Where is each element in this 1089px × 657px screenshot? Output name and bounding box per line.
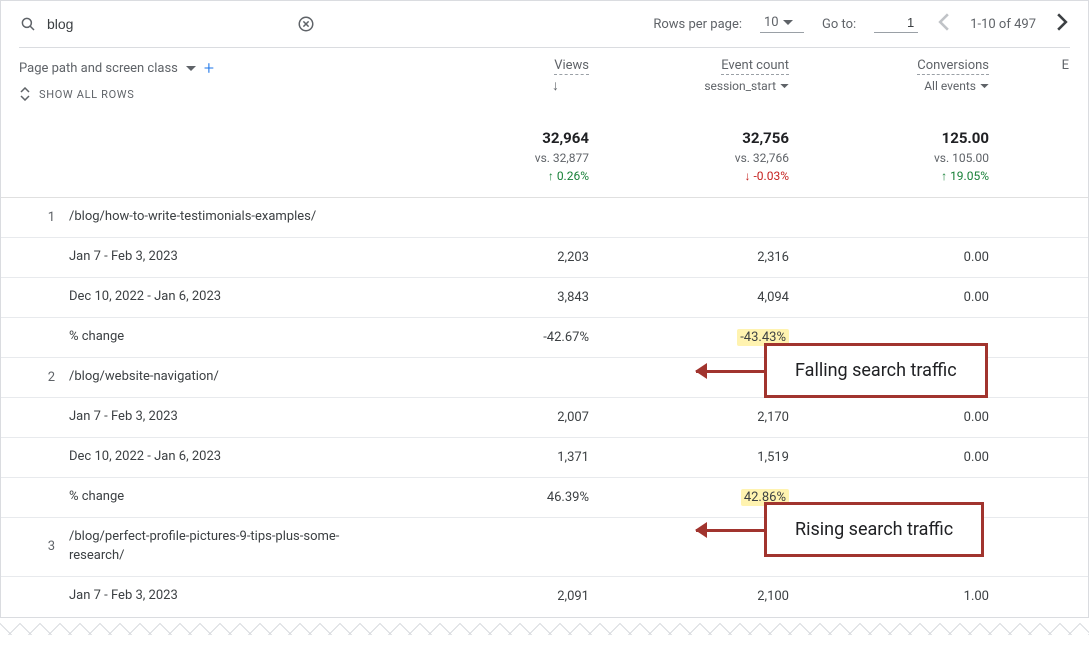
- chevron-right-icon: [1056, 13, 1068, 31]
- show-all-rows-label: SHOW ALL ROWS: [39, 88, 134, 101]
- metric-header-conversions[interactable]: Conversions All events: [789, 58, 989, 94]
- page-path: /blog/how-to-write-testimonials-examples…: [69, 208, 409, 227]
- clear-search-icon[interactable]: [297, 15, 315, 33]
- top-toolbar: Rows per page: 10 Go to: 1-10 of 497: [1, 1, 1088, 47]
- period-label: Jan 7 - Feb 3, 2023: [69, 587, 409, 606]
- rows-per-page-value: 10: [764, 15, 779, 30]
- table-row[interactable]: 3 /blog/perfect-profile-pictures-9-tips-…: [1, 518, 1088, 577]
- cell-views-change: -42.67%: [409, 330, 589, 345]
- summary-conversions-delta: ↑ 19.05%: [789, 169, 989, 183]
- cell-views: 2,007: [409, 410, 589, 425]
- search-wrap: [19, 15, 359, 33]
- summary-conversions: 125.00 vs. 105.00 ↑ 19.05%: [789, 129, 989, 183]
- chevron-down-icon: [780, 84, 789, 89]
- torn-edge: [0, 617, 1089, 635]
- table-row[interactable]: 2 /blog/website-navigation/: [1, 358, 1088, 398]
- summary-row: 32,964 vs. 32,877 ↑ 0.26% 32,756 vs. 32,…: [1, 117, 1088, 198]
- next-page-button[interactable]: [1054, 11, 1070, 37]
- cell-views: 1,371: [409, 450, 589, 465]
- cell-events: 2,170: [589, 410, 789, 425]
- goto-input[interactable]: [874, 15, 918, 33]
- cell-events: 2,100: [589, 589, 789, 604]
- metric-title-event-count: Event count: [721, 58, 789, 75]
- show-all-rows-button[interactable]: SHOW ALL ROWS: [19, 79, 409, 109]
- search-input[interactable]: [47, 16, 287, 32]
- change-label: % change: [69, 488, 409, 507]
- cell-conversions: 1.00: [789, 589, 989, 604]
- table-subrow-change: % change 46.39% 42.86%: [1, 478, 1088, 518]
- rows-per-page-label: Rows per page:: [653, 17, 742, 32]
- table-subrow: Dec 10, 2022 - Jan 6, 2023 3,843 4,094 0…: [1, 278, 1088, 318]
- add-dimension-button[interactable]: +: [204, 58, 214, 79]
- period-label: Dec 10, 2022 - Jan 6, 2023: [69, 288, 409, 307]
- cell-views: 2,091: [409, 589, 589, 604]
- event-count-filter[interactable]: session_start: [704, 79, 789, 93]
- cell-conversions: 0.00: [789, 250, 989, 265]
- summary-event-count: 32,756 vs. 32,766 ↓ -0.03%: [589, 129, 789, 183]
- summary-views-delta: ↑ 0.26%: [409, 169, 589, 183]
- column-headers: Page path and screen class + SHOW ALL RO…: [1, 48, 1088, 117]
- pager-controls: Rows per page: 10 Go to: 1-10 of 497: [653, 11, 1070, 37]
- row-index: 1: [19, 210, 69, 225]
- cell-conversions: 0.00: [789, 410, 989, 425]
- cell-events: 4,094: [589, 290, 789, 305]
- summary-views: 32,964 vs. 32,877 ↑ 0.26%: [409, 129, 589, 183]
- summary-event-count-delta: ↓ -0.03%: [589, 169, 789, 183]
- report-panel: Rows per page: 10 Go to: 1-10 of 497: [0, 0, 1089, 618]
- period-label: Jan 7 - Feb 3, 2023: [69, 408, 409, 427]
- page-path: /blog/perfect-profile-pictures-9-tips-pl…: [69, 528, 409, 566]
- chevron-down-icon: [980, 84, 989, 89]
- sort-arrow-icon: ↓: [409, 77, 589, 94]
- table-subrow: Jan 7 - Feb 3, 2023 2,007 2,170 0.00: [1, 398, 1088, 438]
- metric-header-edge: E: [989, 58, 1069, 73]
- metric-header-event-count[interactable]: Event count session_start: [589, 58, 789, 94]
- conversions-filter[interactable]: All events: [924, 79, 989, 93]
- page-range-text: 1-10 of 497: [970, 17, 1036, 32]
- row-index: 3: [19, 539, 69, 554]
- row-index: 2: [19, 370, 69, 385]
- chevron-left-icon: [938, 13, 950, 31]
- cell-views: 3,843: [409, 290, 589, 305]
- cell-views: 2,203: [409, 250, 589, 265]
- period-label: Jan 7 - Feb 3, 2023: [69, 248, 409, 267]
- table-subrow: Jan 7 - Feb 3, 2023 2,203 2,316 0.00: [1, 238, 1088, 278]
- chevron-down-icon: [783, 20, 793, 26]
- page-path: /blog/website-navigation/: [69, 368, 409, 387]
- cell-events: 2,316: [589, 250, 789, 265]
- period-label: Dec 10, 2022 - Jan 6, 2023: [69, 448, 409, 467]
- goto-label: Go to:: [822, 17, 856, 32]
- rows-per-page-select[interactable]: 10: [760, 15, 804, 33]
- change-label: % change: [69, 328, 409, 347]
- expand-icon: [19, 87, 31, 101]
- prev-page-button[interactable]: [936, 11, 952, 37]
- cell-events-change: 42.86%: [589, 490, 789, 505]
- table-subrow-change: % change -42.67% -43.43%: [1, 318, 1088, 358]
- dimension-label: Page path and screen class: [19, 61, 178, 76]
- chevron-down-icon: [186, 66, 196, 72]
- table-subrow: Dec 10, 2022 - Jan 6, 2023 1,371 1,519 0…: [1, 438, 1088, 478]
- cell-events-change: -43.43%: [589, 330, 789, 345]
- cell-conversions: 0.00: [789, 290, 989, 305]
- table-subrow: Jan 7 - Feb 3, 2023 2,091 2,100 1.00: [1, 577, 1088, 617]
- table-row[interactable]: 1 /blog/how-to-write-testimonials-exampl…: [1, 198, 1088, 238]
- metric-header-views[interactable]: Views ↓: [409, 58, 589, 94]
- cell-conversions: 0.00: [789, 450, 989, 465]
- dimension-picker[interactable]: Page path and screen class +: [19, 58, 409, 79]
- cell-events: 1,519: [589, 450, 789, 465]
- metric-title-views: Views: [554, 58, 589, 75]
- search-icon: [19, 15, 37, 33]
- metric-title-conversions: Conversions: [917, 58, 989, 75]
- cell-views-change: 46.39%: [409, 490, 589, 505]
